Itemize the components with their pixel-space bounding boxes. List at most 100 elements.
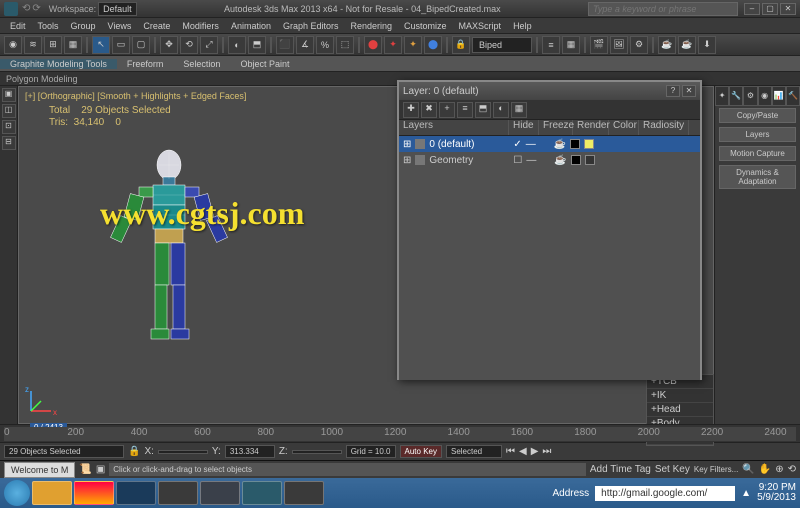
menu-edit[interactable]: Edit (4, 21, 32, 31)
close-button[interactable]: ✕ (780, 3, 796, 15)
nav-btn[interactable]: 🔍 (742, 464, 754, 475)
menu-rendering[interactable]: Rendering (345, 21, 399, 31)
start-button[interactable] (4, 480, 30, 506)
track-item[interactable]: +IK (647, 389, 713, 403)
playback-btn[interactable]: ⏭ (542, 446, 551, 457)
layer-tool[interactable]: + (439, 102, 455, 118)
layer-tool[interactable]: ▦ (511, 102, 527, 118)
toolbar-btn[interactable]: 🖼 (610, 36, 628, 54)
render-toggle[interactable]: ☕ (554, 139, 566, 150)
color-swatch[interactable] (571, 155, 581, 165)
expand-icon[interactable]: ⊞ (403, 139, 411, 150)
vp-btn[interactable]: ▣ (2, 88, 16, 102)
vp-btn[interactable]: ⊟ (2, 136, 16, 150)
playback-btn[interactable]: ◀ (519, 446, 527, 457)
hide-toggle[interactable]: ✓ (513, 139, 521, 150)
panel-tab[interactable]: ✦ (715, 86, 729, 106)
address-bar[interactable]: http://gmail.google.com/ (595, 486, 735, 501)
color-swatch[interactable] (570, 139, 580, 149)
layer-panel-titlebar[interactable]: Layer: 0 (default) ? ✕ (399, 82, 700, 100)
nav-btn[interactable]: ⊕ (775, 464, 783, 475)
toolbar-btn[interactable]: ≋ (24, 36, 42, 54)
taskbar-app[interactable] (32, 481, 72, 505)
search-input[interactable] (588, 2, 738, 16)
menu-grapheditors[interactable]: Graph Editors (277, 21, 345, 31)
setkey-button[interactable]: Set Key (655, 464, 690, 475)
script-icon[interactable]: 📜 (79, 464, 91, 475)
rollout-copypaste[interactable]: Copy/Paste (719, 108, 796, 123)
toolbar-btn[interactable]: ▢ (132, 36, 150, 54)
rollout-mocap[interactable]: Motion Capture (719, 146, 796, 161)
menu-help[interactable]: Help (507, 21, 538, 31)
expand-icon[interactable]: ⊞ (403, 155, 411, 166)
timeline[interactable]: 0 / 2413 0 200 400 600 800 1000 1200 140… (0, 424, 800, 442)
toolbar-btn[interactable]: ⬤ (424, 36, 442, 54)
biped-model[interactable] (99, 147, 239, 407)
app-icon[interactable] (4, 2, 18, 16)
freeze-toggle[interactable]: — (526, 155, 550, 166)
addtag-button[interactable]: Add Time Tag (590, 464, 651, 475)
toolbar-btn[interactable]: ☕ (658, 36, 676, 54)
menu-views[interactable]: Views (102, 21, 138, 31)
new-layer-button[interactable]: ✚ (403, 102, 419, 118)
menu-group[interactable]: Group (65, 21, 102, 31)
toolbar-btn[interactable]: ✦ (404, 36, 422, 54)
toolbar-btn[interactable]: ✦ (384, 36, 402, 54)
y-field[interactable]: 313.334 (225, 445, 275, 458)
vp-btn[interactable]: ⊡ (2, 120, 16, 134)
render-btn[interactable]: 🎬 (590, 36, 608, 54)
clock-date[interactable]: 5/9/2013 (757, 493, 796, 503)
menu-modifiers[interactable]: Modifiers (176, 21, 225, 31)
playback-btn[interactable]: ▶ (531, 446, 539, 457)
toolbar-btn[interactable]: ∡ (296, 36, 314, 54)
toolbar-btn[interactable]: ⚙ (630, 36, 648, 54)
panel-help-button[interactable]: ? (666, 85, 680, 97)
menu-create[interactable]: Create (137, 21, 176, 31)
minimize-button[interactable]: – (744, 3, 760, 15)
delete-layer-button[interactable]: ✖ (421, 102, 437, 118)
keymode-dropdown[interactable]: Selected (446, 445, 502, 458)
rollout-dynamics[interactable]: Dynamics & Adaptation (719, 165, 796, 189)
taskbar-app[interactable] (74, 481, 114, 505)
taskbar-app[interactable] (116, 481, 156, 505)
redo-icon[interactable]: ⟳ (32, 3, 40, 14)
workspace-dropdown[interactable]: Default (98, 2, 137, 16)
keyfilters-button[interactable]: Key Filters... (694, 465, 738, 474)
x-field[interactable] (158, 450, 208, 454)
menu-maxscript[interactable]: MAXScript (453, 21, 508, 31)
listener-icon[interactable]: ▣ (96, 464, 105, 475)
tab-objectpaint[interactable]: Object Paint (230, 59, 299, 69)
toolbar-btn[interactable]: ≡ (542, 36, 560, 54)
menu-customize[interactable]: Customize (398, 21, 453, 31)
maximize-button[interactable]: ▢ (762, 3, 778, 15)
tab-freeform[interactable]: Freeform (117, 59, 174, 69)
toolbar-btn[interactable]: ⬇ (698, 36, 716, 54)
toolbar-btn[interactable]: ▦ (64, 36, 82, 54)
panel-tab[interactable]: ⚙ (743, 86, 757, 106)
taskbar-app[interactable] (242, 481, 282, 505)
nav-btn[interactable]: ✋ (759, 464, 771, 475)
layer-tool[interactable]: ⬒ (475, 102, 491, 118)
autokey-button[interactable]: Auto Key (400, 445, 442, 458)
z-field[interactable] (292, 450, 342, 454)
toolbar-btn[interactable]: ⬚ (336, 36, 354, 54)
tray-icon[interactable]: ▲ (741, 488, 751, 499)
render-toggle[interactable]: ☕ (554, 155, 566, 166)
toolbar-btn[interactable]: ◉ (4, 36, 22, 54)
tab-graphite[interactable]: Graphite Modeling Tools (0, 59, 117, 69)
viewport-label[interactable]: [+] [Orthographic] [Smooth + Highlights … (25, 91, 246, 101)
select-btn[interactable]: ↖ (92, 36, 110, 54)
tab-selection[interactable]: Selection (173, 59, 230, 69)
taskbar-app[interactable] (200, 481, 240, 505)
freeze-toggle[interactable]: — (526, 139, 550, 150)
menu-animation[interactable]: Animation (225, 21, 277, 31)
lock-icon[interactable]: 🔒 (128, 446, 140, 457)
panel-tab[interactable]: 🔧 (729, 86, 743, 106)
layer-tool[interactable]: ≡ (457, 102, 473, 118)
snap-btn[interactable]: ⬛ (276, 36, 294, 54)
nav-btn[interactable]: ⟲ (788, 464, 796, 475)
panel-tab[interactable]: ◉ (758, 86, 772, 106)
timeline-ruler[interactable]: 0 200 400 600 800 1000 1200 1400 1600 18… (4, 427, 796, 441)
taskbar-app[interactable] (158, 481, 198, 505)
undo-icon[interactable]: ⟲ (22, 3, 30, 14)
